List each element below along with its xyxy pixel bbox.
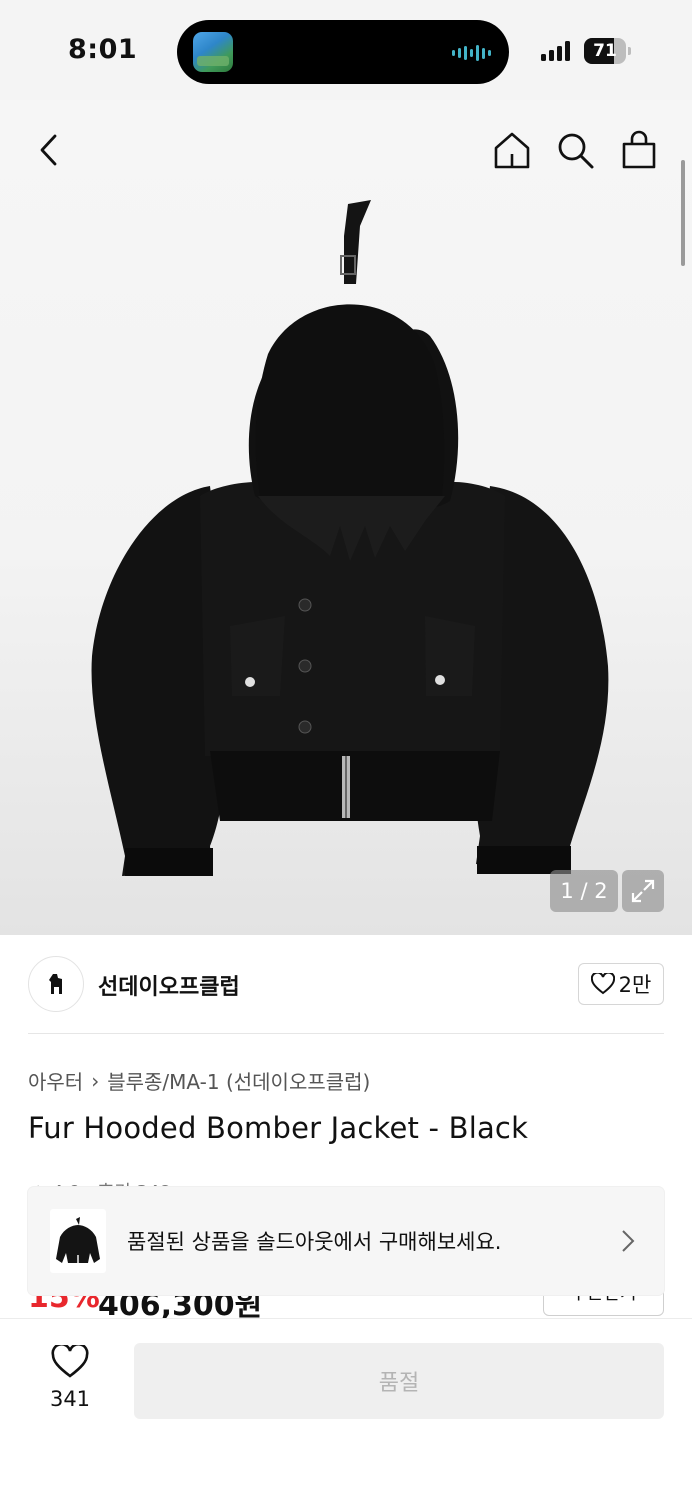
divider [28,1033,664,1034]
brand-logo[interactable] [28,956,84,1012]
brand-name[interactable]: 선데이오프클럽 [98,969,240,1001]
wishlist-button[interactable]: 341 [40,1342,100,1411]
search-icon [558,133,594,169]
brand-like-count: 2만 [618,973,652,997]
breadcrumb: 아우터 › 블루종/MA-1 (선데이오프클럽) [28,1066,370,1095]
brand-logo-icon [49,974,62,994]
soldout-banner[interactable]: 품절된 상품을 솔드아웃에서 구매해보세요. [28,1187,664,1295]
dynamic-island[interactable] [177,20,509,84]
breadcrumb-separator-icon: › [91,1068,100,1093]
status-bar: 8:01 71 [0,0,692,100]
clock: 8:01 [68,34,138,65]
back-chevron-icon [40,134,57,166]
scroll-indicator[interactable] [681,160,685,266]
image-counter: 1 / 2 [550,870,618,912]
banner-thumbnail [50,1209,106,1273]
battery-level: 71 [593,41,617,61]
home-button[interactable] [490,128,534,172]
wishlist-count: 341 [49,1387,91,1411]
audio-waveform-icon [452,44,491,62]
battery-icon: 71 [584,38,631,64]
cart-button[interactable] [617,128,661,172]
bottom-action-bar: 341 품절 [0,1318,692,1500]
heart-icon [51,1342,89,1378]
home-icon [494,132,530,169]
product-photo-jacket[interactable] [80,196,620,886]
breadcrumb-category[interactable]: 아우터 [28,1066,83,1095]
brand-row[interactable]: 선데이오프클럽 2만 [28,955,664,1015]
product-title: Fur Hooded Bomber Jacket - Black [28,1111,529,1145]
expand-icon [631,879,655,903]
chevron-right-icon [622,1230,635,1252]
product-gallery[interactable]: 1 / 2 [0,100,692,935]
expand-image-button[interactable] [622,870,664,912]
brand-like-button[interactable]: 2만 [578,963,664,1005]
breadcrumb-subcategory[interactable]: 블루종/MA-1 (선데이오프클럽) [107,1066,370,1095]
now-playing-artwork [193,32,233,72]
banner-message: 품절된 상품을 솔드아웃에서 구매해보세요. [127,1230,502,1254]
cellular-signal-icon [541,40,570,61]
back-button[interactable] [27,128,71,172]
heart-icon [590,973,615,995]
soldout-button[interactable]: 품절 [134,1343,664,1419]
shopping-bag-icon [622,130,656,169]
search-button[interactable] [553,128,597,172]
